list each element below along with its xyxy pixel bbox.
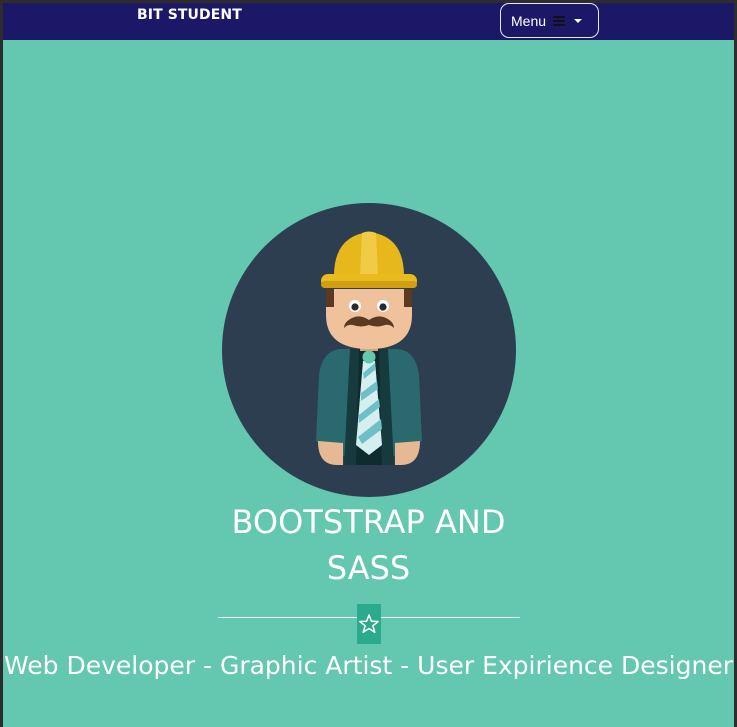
page-frame: BIT STUDENT Menu BOOTSTRAP AND SASS Web … bbox=[3, 3, 734, 727]
caret-down-icon bbox=[574, 18, 583, 23]
subtitle: Web Developer - Graphic Artist - User Ex… bbox=[4, 651, 733, 680]
star-divider bbox=[218, 604, 520, 644]
navbar: BIT STUDENT Menu bbox=[3, 3, 734, 40]
brand-link[interactable]: BIT STUDENT bbox=[137, 6, 242, 24]
avatar-image bbox=[222, 203, 516, 497]
menu-toggle-button[interactable]: Menu bbox=[500, 3, 599, 38]
star-icon bbox=[359, 614, 379, 633]
divider-line-left bbox=[218, 617, 357, 618]
star-box bbox=[357, 604, 381, 644]
bars-icon bbox=[553, 15, 566, 26]
menu-label: Menu bbox=[511, 12, 547, 29]
page-title: BOOTSTRAP AND SASS bbox=[3, 499, 734, 591]
divider-line-right bbox=[381, 617, 520, 618]
title-line-1: BOOTSTRAP AND bbox=[231, 503, 506, 541]
title-line-2: SASS bbox=[326, 549, 411, 587]
